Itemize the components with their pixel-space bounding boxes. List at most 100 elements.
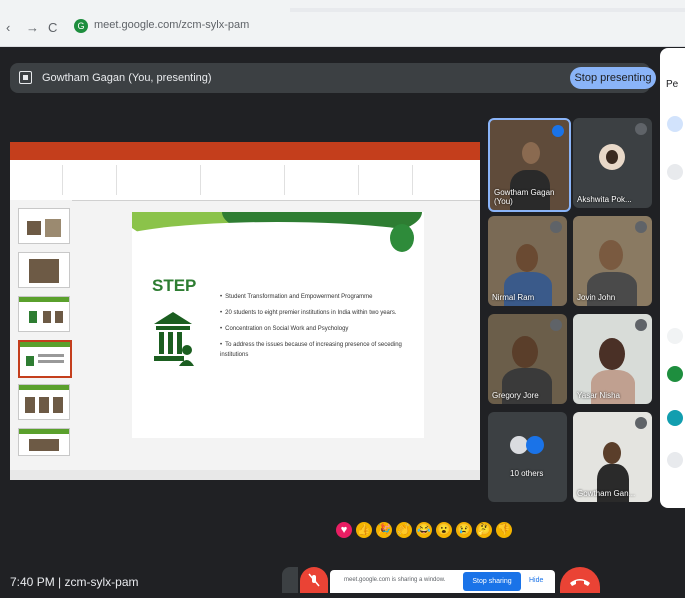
participant-tile[interactable]: Yasar Nisha xyxy=(573,314,652,404)
participant-avatar xyxy=(667,366,683,382)
end-call-icon xyxy=(570,579,590,586)
present-screen-icon xyxy=(19,71,32,84)
slide-thumbnail[interactable] xyxy=(18,252,70,288)
reaction-emoji-button[interactable]: 👎 xyxy=(496,522,512,538)
mic-off-icon xyxy=(308,573,320,587)
current-slide: STEP Student Transformation and Empowerm… xyxy=(132,212,424,438)
reload-icon[interactable]: C xyxy=(48,20,57,35)
ppt-status-bar xyxy=(10,470,480,480)
speaking-indicator-icon xyxy=(552,125,564,137)
meeting-clock: 7:40 PM | zcm-sylx-pam xyxy=(10,575,139,589)
browser-toolbar: ‹ → C G meet.google.com/zcm-sylx-pam xyxy=(0,0,685,47)
participant-video xyxy=(603,442,621,464)
share-banner-text: meet.google.com is sharing a window. xyxy=(344,577,446,583)
search-icon[interactable] xyxy=(667,164,683,180)
screen-share-banner: meet.google.com is sharing a window. Sto… xyxy=(330,570,555,593)
ribbon-group-editing xyxy=(362,165,413,195)
others-tile[interactable]: 10 others xyxy=(488,412,567,502)
slide-thumbnails xyxy=(10,200,72,470)
institution-icon xyxy=(154,312,194,366)
ppt-ribbon-tabs xyxy=(10,152,480,160)
participant-name: Gregory Jore xyxy=(492,391,539,400)
ribbon-group-paragraph xyxy=(204,165,285,195)
clock-time: 7:40 PM xyxy=(10,575,55,589)
participant-name: Gowtham Gan... xyxy=(577,489,636,498)
participant-video xyxy=(522,142,540,164)
leave-call-button[interactable] xyxy=(560,567,600,593)
slide-bullet: Student Transformation and Empowerment P… xyxy=(220,292,420,302)
reaction-emoji-button[interactable]: 😂 xyxy=(416,522,432,538)
participant-tile[interactable]: Gowtham Gagan (You) xyxy=(488,118,571,212)
participant-video xyxy=(516,244,538,272)
reaction-emoji-button[interactable]: 😮 xyxy=(436,522,452,538)
slide-thumbnail[interactable] xyxy=(18,296,70,332)
stop-presenting-button[interactable]: Stop presenting xyxy=(570,67,656,89)
slide-thumbnail-selected[interactable] xyxy=(18,340,72,378)
add-people-icon[interactable] xyxy=(667,116,683,132)
participant-name: Akshwita Pok... xyxy=(577,195,632,204)
meet-favicon-icon: G xyxy=(74,19,88,33)
reaction-emoji-button[interactable]: 👏 xyxy=(396,522,412,538)
mic-off-icon xyxy=(635,319,647,331)
slide-bullet: 20 students to eight premier institution… xyxy=(220,308,420,318)
slide-wave-decoration xyxy=(132,222,424,262)
meeting-code: zcm-sylx-pam xyxy=(64,575,139,589)
slide-thumbnail[interactable] xyxy=(18,428,70,456)
participant-avatar xyxy=(667,410,683,426)
mic-off-button[interactable] xyxy=(300,567,328,593)
others-count: 10 others xyxy=(510,469,544,478)
mic-off-icon xyxy=(550,319,562,331)
clock-separator: | xyxy=(58,575,62,589)
participant-video xyxy=(512,336,538,368)
participant-name: Jovin John xyxy=(577,293,616,302)
mic-off-icon xyxy=(635,123,647,135)
panel-title: Pe xyxy=(666,79,679,90)
ppt-ribbon xyxy=(10,160,480,201)
participant-name: Nirmal Ram xyxy=(492,293,535,302)
participant-name: Gowtham Gagan (You) xyxy=(494,188,555,206)
reaction-emoji-button[interactable]: ♥ xyxy=(336,522,352,538)
participant-avatar xyxy=(606,150,618,164)
ribbon-group-clipboard xyxy=(14,165,63,195)
participant-tile[interactable]: Jovin John xyxy=(573,216,652,306)
mic-off-icon xyxy=(550,221,562,233)
slide-green-dot xyxy=(390,224,414,252)
ribbon-group-slides xyxy=(66,165,117,195)
participant-tile[interactable]: Gregory Jore xyxy=(488,314,567,404)
participant-tile[interactable]: Akshwita Pok... xyxy=(573,118,652,208)
reaction-emoji-button[interactable]: 👍 xyxy=(356,522,372,538)
participant-avatar xyxy=(526,436,544,454)
participant-video xyxy=(599,240,623,270)
tab-strip xyxy=(290,8,685,12)
slide-bullet: To address the issues because of increas… xyxy=(220,340,420,360)
reaction-emoji-button[interactable]: 🎉 xyxy=(376,522,392,538)
presenting-bar: Gowtham Gagan (You, presenting) Stop pre… xyxy=(10,63,656,93)
back-arrow-icon[interactable]: ‹ xyxy=(6,20,10,35)
expand-controls-button[interactable] xyxy=(282,567,298,593)
hide-banner-button[interactable]: Hide xyxy=(529,577,543,584)
slide-thumbnail[interactable] xyxy=(18,208,70,244)
participant-video xyxy=(599,338,625,370)
people-panel: Pe xyxy=(660,48,685,508)
ribbon-group-font xyxy=(120,165,201,195)
presenting-label: Gowtham Gagan (You, presenting) xyxy=(42,72,212,84)
mic-off-icon xyxy=(635,417,647,429)
participant-avatar xyxy=(667,452,683,468)
ribbon-group-drawing xyxy=(288,165,359,195)
reaction-emoji-button[interactable]: 😢 xyxy=(456,522,472,538)
slide-title: STEP xyxy=(152,276,197,295)
stop-sharing-button[interactable]: Stop sharing xyxy=(463,572,521,591)
participant-avatar xyxy=(667,328,683,344)
slide-bullet: Concentration on Social Work and Psychol… xyxy=(220,324,420,334)
participant-tile[interactable]: Gowtham Gan... xyxy=(573,412,652,502)
forward-arrow-icon[interactable]: → xyxy=(26,20,39,35)
address-bar[interactable]: meet.google.com/zcm-sylx-pam xyxy=(94,19,249,31)
participant-name: Yasar Nisha xyxy=(577,391,620,400)
mic-off-icon xyxy=(635,221,647,233)
slide-thumbnail[interactable] xyxy=(18,384,70,420)
participant-tile[interactable]: Nirmal Ram xyxy=(488,216,567,306)
reactions-bar: ♥ 👍 🎉 👏 😂 😮 😢 🤔 👎 xyxy=(336,522,512,544)
ppt-titlebar xyxy=(10,142,480,152)
reaction-emoji-button[interactable]: 🤔 xyxy=(476,522,492,538)
slide-bullet-list: Student Transformation and Empowerment P… xyxy=(220,292,420,366)
